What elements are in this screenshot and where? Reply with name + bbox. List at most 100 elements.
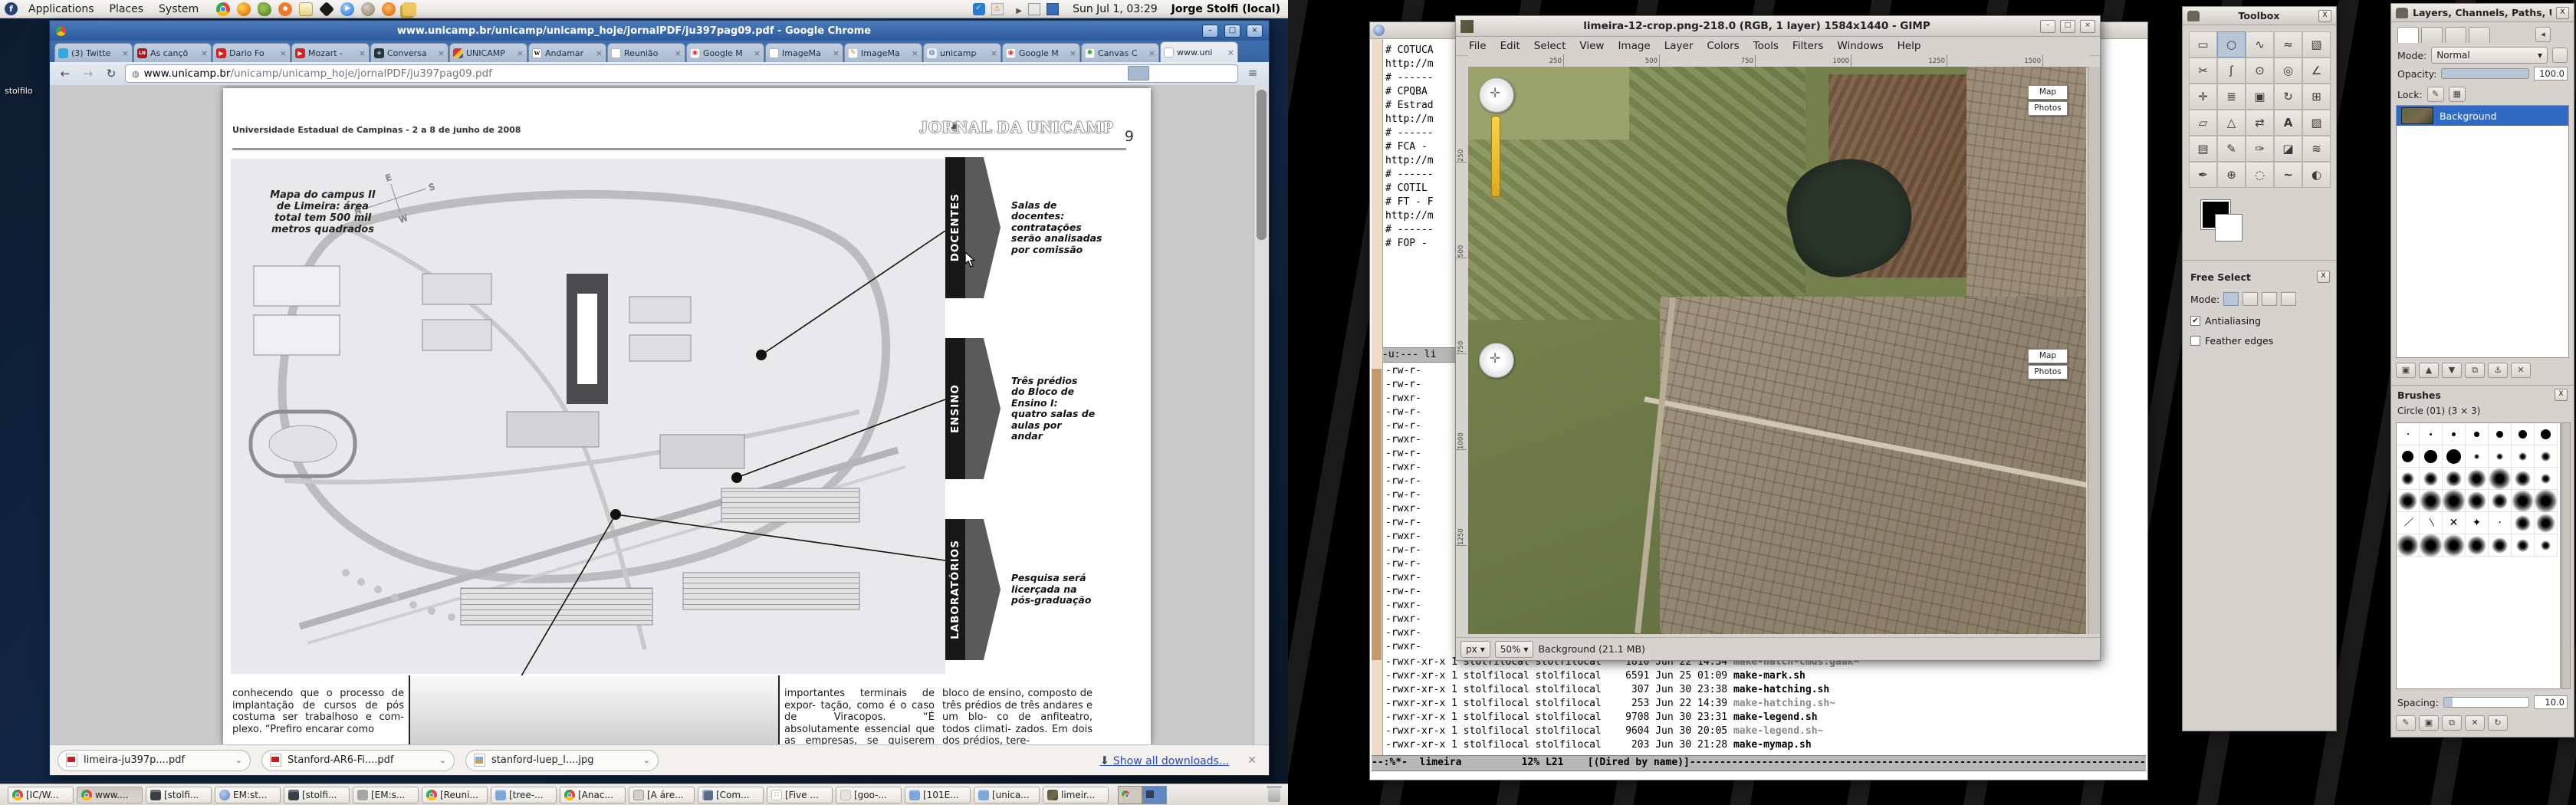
workspace-1[interactable] [1118,786,1142,804]
brush-item[interactable] [2420,423,2443,445]
brush-item[interactable] [2512,468,2535,490]
antialiasing-checkbox[interactable]: ✔ [2190,316,2200,326]
gimp-menu[interactable]: Select [1527,38,1573,54]
brush-item[interactable] [2466,445,2489,468]
brush-item[interactable] [2443,468,2466,490]
taskbar-window-button[interactable]: [Anac... [560,787,626,803]
spacing-slider[interactable] [2443,697,2529,708]
brush-item[interactable] [2443,512,2466,534]
tab-close-icon[interactable]: × [833,48,840,58]
tool-button[interactable] [2189,31,2217,58]
panel-menu[interactable]: Places [102,2,152,17]
gimp-menu[interactable]: Colors [1700,38,1746,54]
browser-tab[interactable]: W Andamar × [528,43,606,62]
browser-tab[interactable]: UNICAMP × [449,43,527,62]
chrome-titlebar[interactable]: www.unicamp.br/unicamp/unicamp_hoje/jorn… [50,21,1269,41]
brush-item[interactable] [2397,445,2420,468]
layer-action-button[interactable]: ▼ [2442,363,2462,378]
tab-close-icon[interactable]: × [675,48,682,58]
brush-item[interactable] [2535,534,2558,557]
pdf-scrollbar-thumb[interactable] [1257,90,1267,240]
tool-button[interactable] [2274,110,2302,136]
mode-subtract-button[interactable] [2262,292,2277,306]
forward-button[interactable]: → [79,65,97,82]
close-icon[interactable]: X [2317,271,2330,283]
tool-button[interactable] [2274,58,2302,84]
desktop-icon-label[interactable]: stolfilo [5,86,33,96]
dired-filename[interactable]: make-hatching.sh [1733,684,1829,695]
tool-button[interactable] [2246,84,2274,110]
emacs-scrollbar-thumb[interactable] [1372,369,1382,660]
browser-tab[interactable]: Reunião × [607,43,685,62]
tool-button[interactable] [2302,84,2331,110]
brush-item[interactable] [2466,490,2489,512]
dired-row[interactable]: -rwxr-xr-x 1 stolfilocal stolfilocal 203… [1385,738,2144,752]
layer-row-background[interactable]: Background [2397,106,2568,126]
layer-action-button[interactable]: ▲ [2419,363,2439,378]
tab-close-icon[interactable]: × [359,48,366,58]
tool-button[interactable] [2302,162,2331,188]
show-all-downloads-link[interactable]: ⬇ Show all downloads... [1100,754,1230,767]
app-launcher-icon[interactable] [402,2,416,16]
layer-mode-select[interactable]: Normal▾ [2431,47,2548,64]
tab-close-icon[interactable]: × [1227,48,1234,58]
taskbar-window-button[interactable]: limeir... [1043,787,1109,803]
brush-item[interactable] [2512,445,2535,468]
omnibox[interactable]: ◍ www.unicamp.br/unicamp/unicamp_hoje/jo… [125,64,1238,83]
feather-checkbox[interactable] [2190,336,2200,346]
tool-button[interactable] [2246,31,2274,58]
gimp-menu[interactable]: File [1462,38,1493,54]
gimp-canvas-satellite-image[interactable]: Map Photos Map Photos [1468,67,2086,634]
tab-close-icon[interactable]: × [122,48,129,58]
gimp-menu[interactable]: Layer [1658,38,1700,54]
gimp-menu[interactable]: Edit [1493,38,1527,54]
lock-alpha-button[interactable]: ▦ [2449,87,2466,102]
taskbar-window-button[interactable]: [Com... [698,787,764,803]
tool-button[interactable] [2189,84,2217,110]
mode-add-button[interactable] [2242,292,2258,306]
edit-brush-button[interactable]: ✎ [2396,715,2416,731]
tool-button[interactable] [2246,162,2274,188]
gimp-menu[interactable]: Windows [1830,38,1890,54]
tool-button[interactable] [2217,31,2246,58]
taskbar-window-button[interactable]: [unica... [974,787,1040,803]
dired-filename[interactable]: make-mark.sh [1733,670,1806,682]
browser-tab[interactable]: www.uni × [1160,41,1238,62]
tool-button[interactable] [2274,84,2302,110]
tool-button[interactable] [2246,136,2274,162]
brush-item[interactable] [2443,423,2466,445]
browser-tab[interactable]: ◍ unicamp × [923,43,1001,62]
app-launcher-icon[interactable] [361,2,375,16]
refresh-brushes-button[interactable]: ↻ [2488,715,2508,731]
tool-button[interactable] [2302,136,2331,162]
brush-item[interactable] [2420,445,2443,468]
dired-filename[interactable]: make-legend.sh~ [1733,725,1823,737]
tray-icon[interactable] [1028,3,1040,15]
browser-tab[interactable]: ◉ Google M × [1002,43,1080,62]
tab-close-icon[interactable]: × [517,48,524,58]
browser-tab[interactable]: ✱ Canvas C × [1081,43,1159,62]
brush-item[interactable] [2512,512,2535,534]
taskbar-window-button[interactable]: EM:st... [215,787,281,803]
brush-item[interactable] [2466,423,2489,445]
brush-item[interactable] [2466,534,2489,557]
layers-titlebar[interactable]: Layers, Channels, Paths, U... X [2391,4,2574,22]
new-tab-button[interactable] [1128,66,1149,80]
tool-button[interactable] [2189,162,2217,188]
tab-undo-history[interactable] [2469,27,2490,43]
layer-action-button[interactable]: ▣ [2396,363,2416,378]
brush-item[interactable] [2489,468,2512,490]
tool-button[interactable] [2189,136,2217,162]
brush-item[interactable] [2489,512,2512,534]
tool-button[interactable] [2217,84,2246,110]
emacs-scrollbar[interactable] [1372,39,1383,760]
close-icon[interactable]: X [2318,10,2331,22]
brush-item[interactable] [2512,423,2535,445]
tab-close-icon[interactable]: × [912,48,918,58]
shelf-close-icon[interactable]: ✕ [1247,754,1257,767]
brush-item[interactable] [2443,534,2466,557]
mode-replace-button[interactable] [2223,292,2239,306]
tool-button[interactable] [2189,58,2217,84]
panel-menu[interactable]: Applications [21,2,102,17]
layer-action-button[interactable]: ⧉ [2465,363,2485,378]
